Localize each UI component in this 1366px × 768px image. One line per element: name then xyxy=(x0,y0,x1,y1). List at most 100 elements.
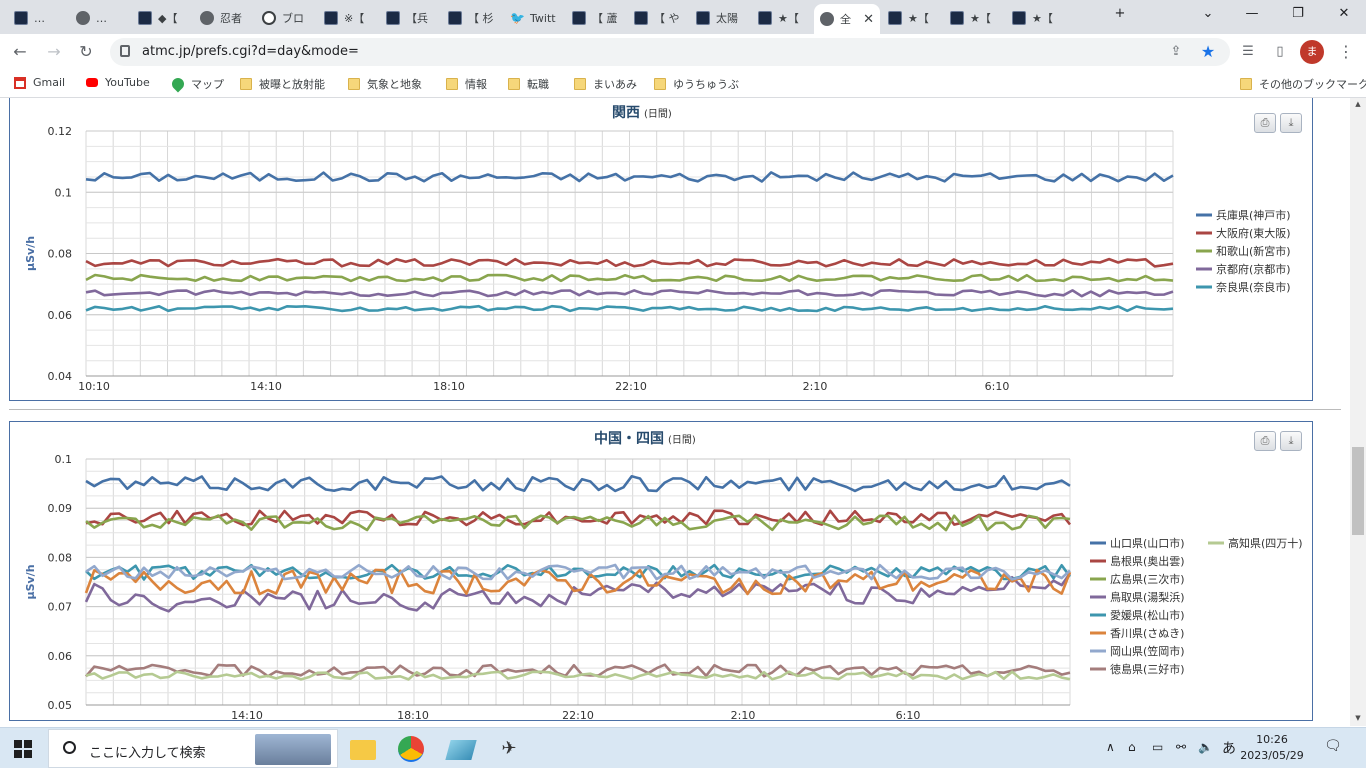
minimize-button[interactable]: — xyxy=(1240,6,1264,26)
x-tick-label: 6:10 xyxy=(985,380,1010,393)
tab-title: ※【 xyxy=(344,12,365,25)
tab-title: 【 杉 xyxy=(468,12,494,25)
meet-now-icon[interactable]: ⌂ xyxy=(1128,740,1136,754)
kansai-chart: 0.12 0.1 0.08 0.06 0.04 10:10 14:10 18:10 22:10 2… xyxy=(24,105,1291,393)
print-icon[interactable]: ⎙ xyxy=(1254,431,1276,451)
legend-label: 鳥取県(湯梨浜) xyxy=(1110,590,1185,604)
browser-tab[interactable]: ◆【 xyxy=(132,4,192,32)
tray-chevron-icon[interactable]: ∧ xyxy=(1106,740,1115,754)
legend-label: 愛媛県(松山市) xyxy=(1110,608,1185,622)
notification-icon[interactable]: 🗨 xyxy=(1324,738,1342,754)
site-favicon xyxy=(758,11,772,25)
browser-tab[interactable]: 太陽 xyxy=(690,4,750,32)
circle-icon xyxy=(262,11,276,25)
bookmark-label: 気象と地象 xyxy=(367,78,422,91)
browser-tab[interactable]: ★【 xyxy=(882,4,942,32)
bookmark-item[interactable]: 被曝と放射能 xyxy=(240,76,325,92)
folder-icon xyxy=(446,78,458,90)
clock-date: 2023/05/29 xyxy=(1240,749,1304,762)
site-favicon xyxy=(14,11,28,25)
bookmark-item[interactable]: ゆうちゅうぶ xyxy=(654,76,739,92)
y-tick-label: 0.09 xyxy=(48,502,73,515)
lock-icon[interactable] xyxy=(120,45,130,57)
browser-tab[interactable]: 🐦 Twitt xyxy=(504,4,564,32)
globe-icon xyxy=(820,12,834,26)
tab-search-button[interactable]: ⌄ xyxy=(1196,6,1220,26)
airplane-app-icon[interactable]: ✈ xyxy=(496,736,522,762)
legend-label: 和歌山(新宮市) xyxy=(1216,244,1291,258)
app-icon[interactable] xyxy=(445,740,477,760)
print-icon[interactable]: ⎙ xyxy=(1254,113,1276,133)
legend-label: 広島県(三次市) xyxy=(1110,572,1185,586)
scroll-down-arrow-icon[interactable]: ▼ xyxy=(1352,714,1364,724)
y-tick-label: 0.07 xyxy=(48,601,73,614)
browser-tab[interactable]: ブロ xyxy=(256,4,316,32)
share-icon[interactable]: ⇪ xyxy=(1166,42,1186,62)
taskbar-search-box[interactable]: ここに入力して検索 xyxy=(48,729,338,768)
browser-tab[interactable]: ★【 xyxy=(752,4,812,32)
close-tab-icon[interactable]: ✕ xyxy=(859,12,874,27)
bookmark-item[interactable]: まいあみ xyxy=(574,76,637,92)
browser-tab[interactable]: 【 杉 xyxy=(442,4,502,32)
y-tick-label: 0.05 xyxy=(48,699,73,712)
scroll-up-arrow-icon[interactable]: ▲ xyxy=(1352,100,1364,110)
browser-tab[interactable]: ★【 xyxy=(944,4,1004,32)
bookmark-label: 情報 xyxy=(465,78,487,91)
tab-title: ★【 xyxy=(1032,12,1053,25)
browser-tab[interactable]: 【兵 xyxy=(380,4,440,32)
reading-list-icon[interactable]: ☰ xyxy=(1236,40,1260,64)
url-text[interactable]: atmc.jp/prefs.cgi?d=day&mode= xyxy=(142,44,359,59)
section-divider xyxy=(9,409,1341,410)
browser-tab[interactable]: 忍者 xyxy=(194,4,254,32)
browser-tab[interactable]: 全 ✕ xyxy=(814,4,880,34)
network-icon[interactable]: ⚯ xyxy=(1176,740,1186,754)
chugoku-shikoku-chart-panel: 0.1 0.09 0.08 0.07 0.06 0.05 14:10 18:10 22:10 2:… xyxy=(9,421,1313,722)
taskbar-clock[interactable]: 10:26 2023/05/29 xyxy=(1232,732,1312,764)
y-tick-label: 0.06 xyxy=(48,309,73,322)
profile-avatar[interactable]: ま xyxy=(1300,40,1324,64)
bookmark-item[interactable]: マップ xyxy=(169,75,224,93)
download-icon[interactable]: ⤓ xyxy=(1280,113,1302,133)
bookmark-item[interactable]: 転職 xyxy=(508,76,549,92)
page-content: 0.12 0.1 0.08 0.06 0.04 10:10 14:10 18:10 22:10 2… xyxy=(0,98,1350,726)
browser-tab[interactable]: 【 蘆 xyxy=(566,4,626,32)
browser-tab[interactable]: 【 や xyxy=(628,4,688,32)
reload-icon[interactable]: ↻ xyxy=(74,40,98,64)
volume-icon[interactable]: 🔈 xyxy=(1198,740,1213,754)
other-bookmarks[interactable]: その他のブックマーク xyxy=(1240,76,1366,92)
legend-label: 岡山県(笠岡市) xyxy=(1110,644,1185,658)
side-panel-icon[interactable]: ▯ xyxy=(1268,40,1292,64)
menu-kebab-icon[interactable]: ⋮ xyxy=(1334,40,1358,64)
site-favicon xyxy=(386,11,400,25)
bookmark-star-icon[interactable]: ★ xyxy=(1198,42,1218,62)
battery-icon[interactable]: ▭ xyxy=(1152,740,1163,754)
browser-tab[interactable]: … xyxy=(8,4,68,32)
browser-tab[interactable]: ※【 xyxy=(318,4,378,32)
new-tab-button[interactable]: + xyxy=(1108,6,1132,26)
page-scrollbar[interactable] xyxy=(1350,98,1366,726)
bookmark-item[interactable]: Gmail xyxy=(14,76,65,89)
bookmark-item[interactable]: 情報 xyxy=(446,76,487,92)
clock-time: 10:26 xyxy=(1256,733,1288,746)
bookmark-item[interactable]: 気象と地象 xyxy=(348,76,422,92)
x-tick-label: 18:10 xyxy=(397,709,429,720)
tab-title: ブロ xyxy=(282,12,304,25)
back-arrow-icon[interactable]: ← xyxy=(8,40,32,64)
browser-tab[interactable]: ★【 xyxy=(1006,4,1066,32)
maximize-button[interactable]: ❐ xyxy=(1286,6,1310,26)
x-tick-label: 2:10 xyxy=(803,380,828,393)
chrome-icon[interactable] xyxy=(398,736,424,762)
bookmark-label: Gmail xyxy=(33,76,66,89)
scrollbar-thumb[interactable] xyxy=(1352,447,1364,535)
y-tick-label: 0.08 xyxy=(48,248,73,261)
file-explorer-icon[interactable] xyxy=(350,740,376,760)
tab-title: 【兵 xyxy=(406,12,428,25)
close-window-button[interactable]: ✕ xyxy=(1332,6,1356,26)
bookmark-item[interactable]: YouTube xyxy=(86,76,150,89)
browser-tab[interactable]: … xyxy=(70,4,130,32)
windows-start-icon[interactable] xyxy=(14,740,32,758)
y-axis-label: μSv/h xyxy=(24,564,37,599)
download-icon[interactable]: ⤓ xyxy=(1280,431,1302,451)
forward-arrow-icon[interactable]: → xyxy=(42,40,66,64)
address-bar[interactable]: atmc.jp/prefs.cgi?d=day&mode= ⇪ ★ xyxy=(110,38,1230,66)
